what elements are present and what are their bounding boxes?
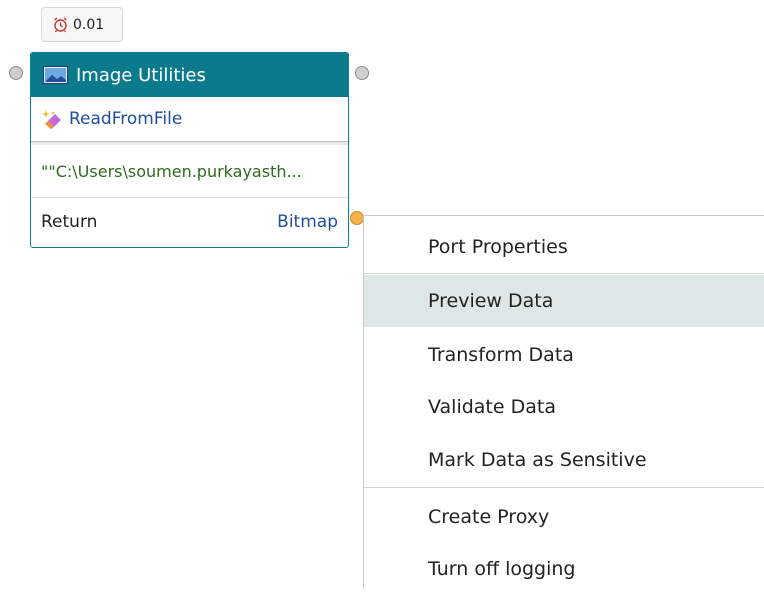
output-flow-port[interactable]	[355, 66, 369, 80]
menu-item-label: Port Properties	[428, 236, 568, 258]
menu-item-transform-data[interactable]: Transform Data	[364, 329, 764, 381]
menu-item-label: Preview Data	[428, 290, 554, 312]
return-row[interactable]: Return Bitmap	[31, 198, 348, 246]
node-header[interactable]: Image Utilities	[31, 53, 348, 97]
menu-separator	[364, 273, 764, 274]
file-path-argument: ""C:\Users\soumen.purkayasth...	[41, 161, 302, 181]
menu-separator	[364, 487, 764, 488]
image-icon	[43, 66, 68, 84]
port-context-menu: Port Properties Preview Data Transform D…	[363, 215, 764, 589]
method-name: ReadFromFile	[69, 109, 183, 129]
image-utilities-node[interactable]: Image Utilities ReadFromFile ""C:\Users\…	[30, 52, 349, 248]
argument-row[interactable]: ""C:\Users\soumen.purkayasth...	[31, 142, 348, 198]
menu-item-label: Validate Data	[428, 396, 556, 418]
input-port[interactable]	[9, 66, 23, 80]
menu-item-label: Mark Data as Sensitive	[428, 449, 647, 471]
method-row[interactable]: ReadFromFile	[31, 97, 348, 142]
menu-item-preview-data[interactable]: Preview Data	[364, 275, 764, 327]
menu-item-validate-data[interactable]: Validate Data	[364, 381, 764, 433]
alarm-clock-icon	[54, 17, 67, 33]
menu-item-label: Turn off logging	[428, 558, 576, 580]
execution-time-badge: 0.01	[41, 7, 123, 42]
menu-item-label: Create Proxy	[428, 506, 550, 528]
node-title: Image Utilities	[76, 64, 206, 86]
menu-item-port-properties[interactable]: Port Properties	[364, 221, 764, 273]
return-output-port[interactable]	[350, 211, 364, 225]
magic-eraser-icon	[42, 110, 61, 129]
menu-item-create-proxy[interactable]: Create Proxy	[364, 491, 764, 543]
menu-item-mark-sensitive[interactable]: Mark Data as Sensitive	[364, 434, 764, 486]
menu-item-turn-off-logging[interactable]: Turn off logging	[364, 543, 764, 595]
execution-time-value: 0.01	[73, 16, 105, 33]
return-label: Return	[41, 212, 98, 232]
return-type: Bitmap	[277, 212, 338, 232]
menu-item-label: Transform Data	[428, 344, 574, 366]
